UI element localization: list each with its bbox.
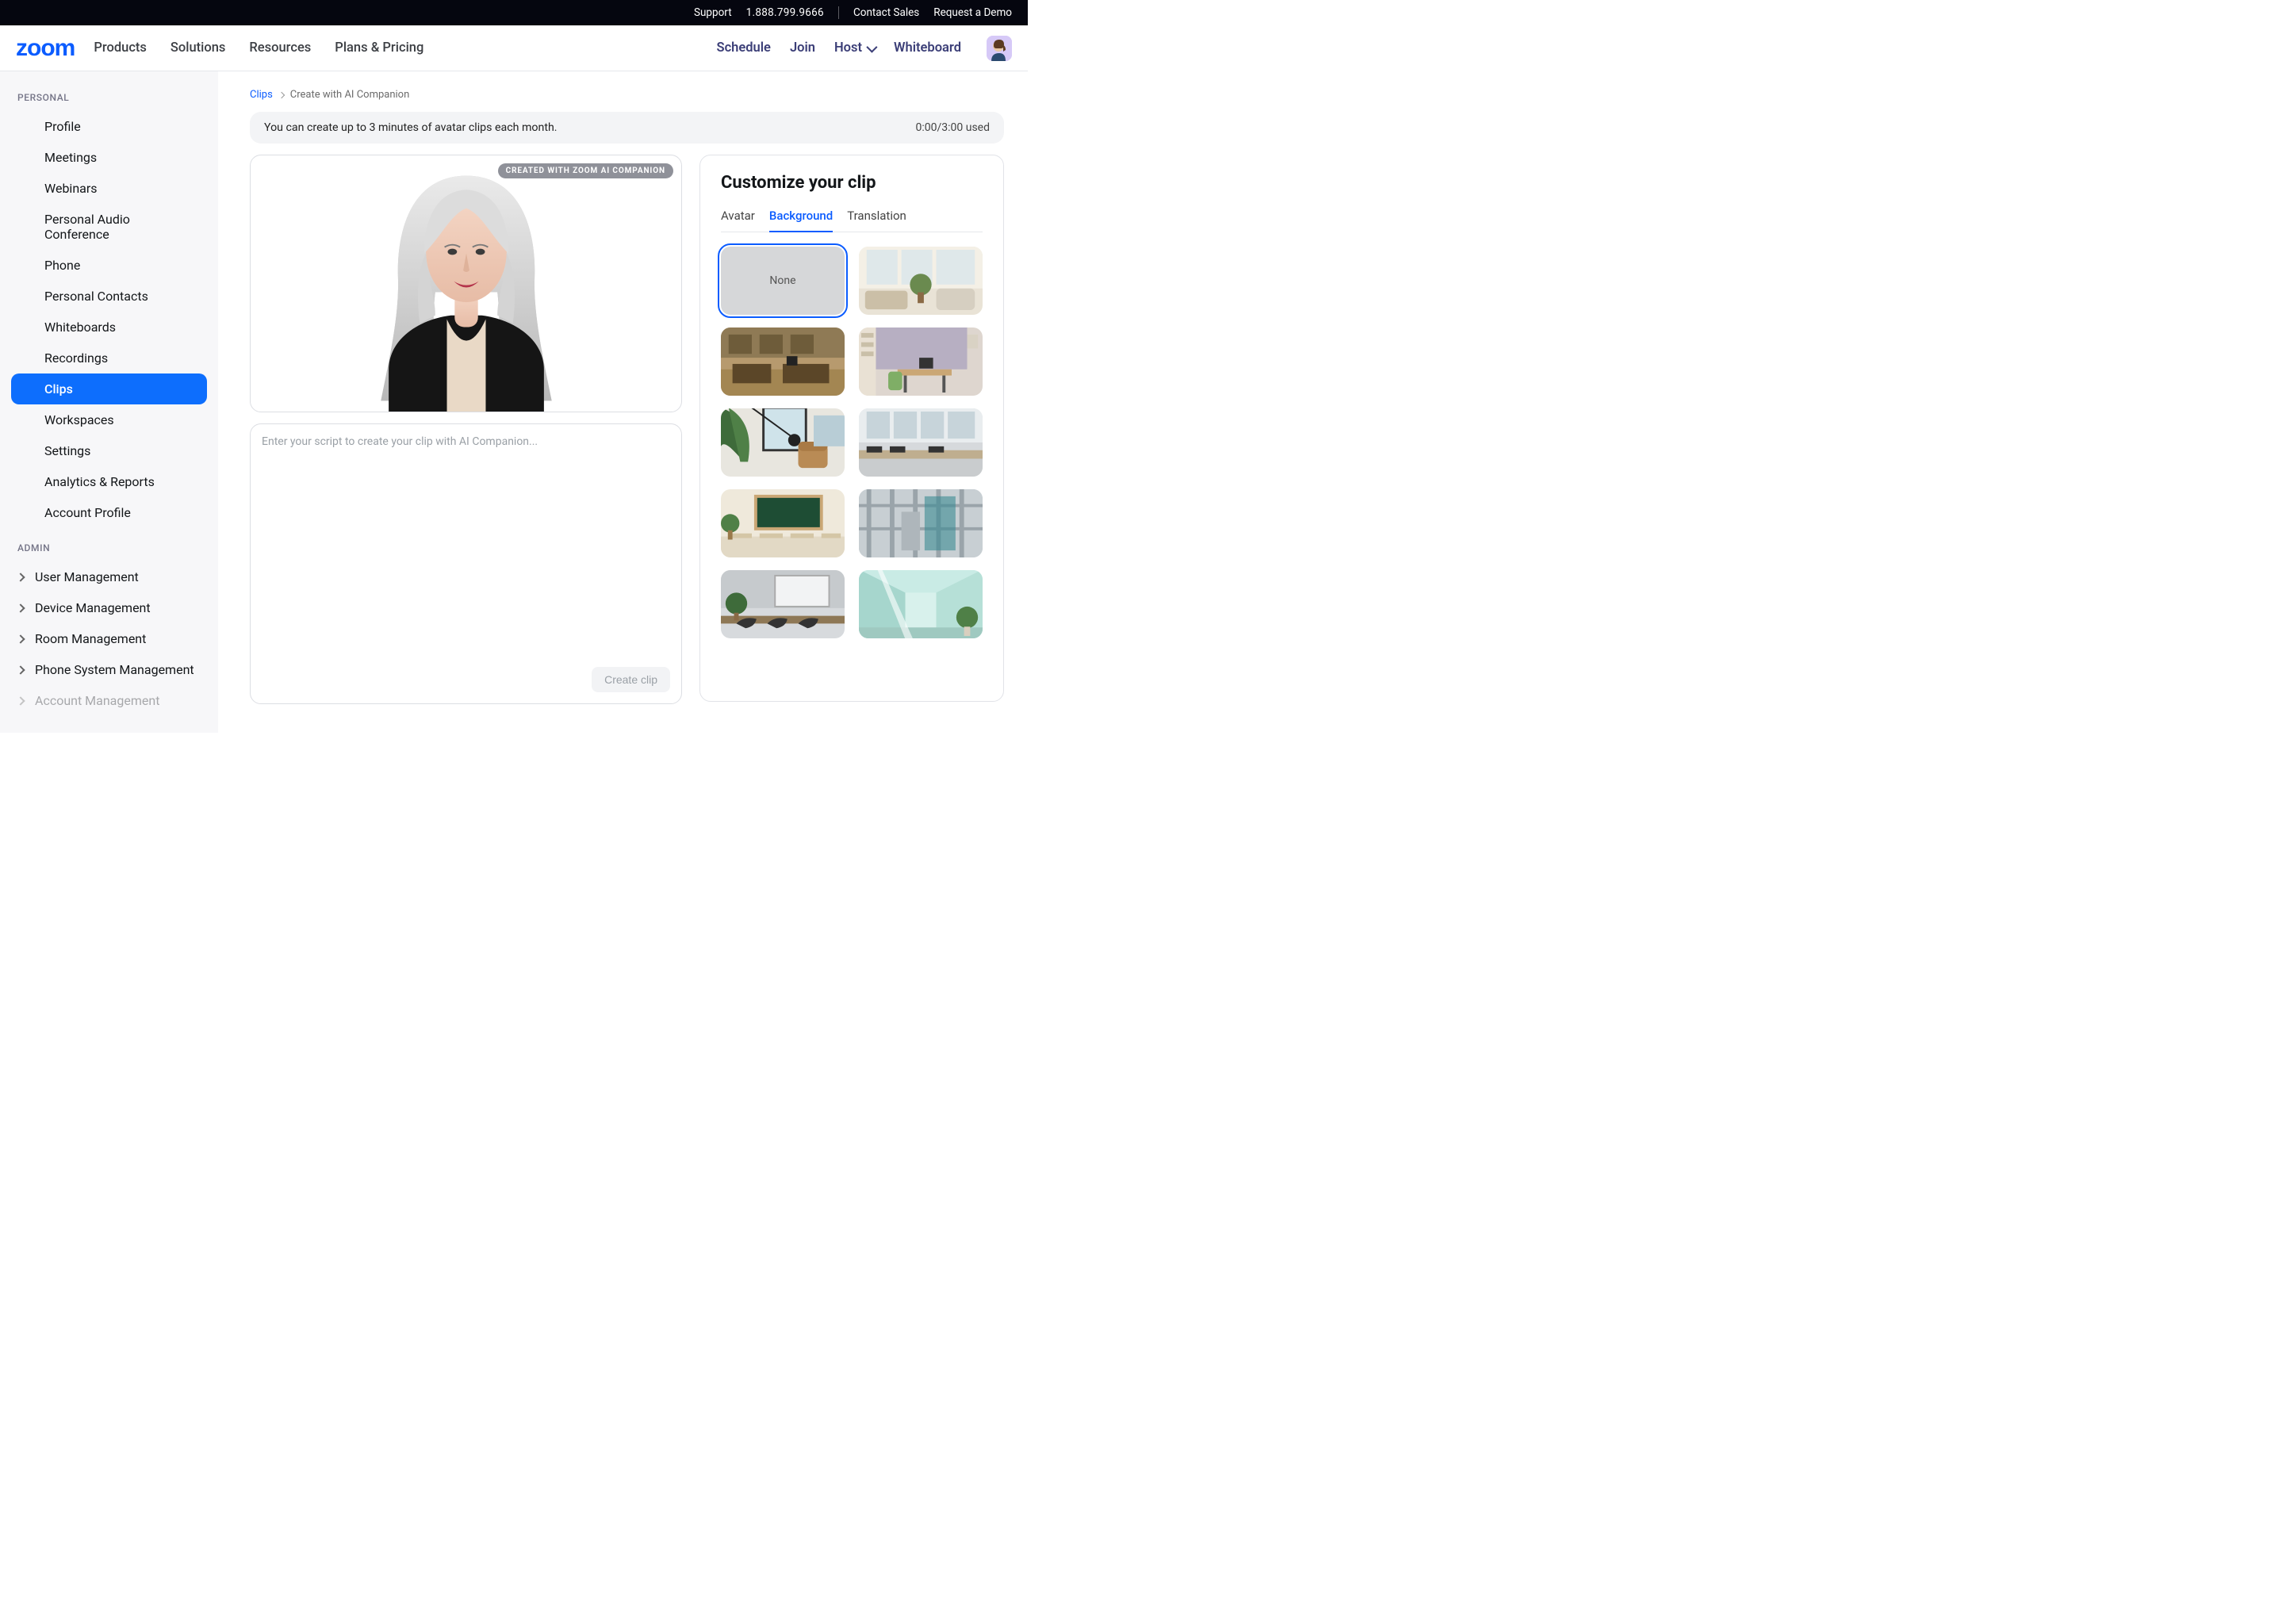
primary-nav-links: Products Solutions Resources Plans & Pri… bbox=[94, 40, 423, 56]
sidebar-item-recordings[interactable]: Recordings bbox=[11, 343, 207, 373]
nav-schedule[interactable]: Schedule bbox=[717, 40, 771, 56]
sidebar: PERSONAL Profile Meetings Webinars Perso… bbox=[0, 71, 218, 733]
nav-host-label: Host bbox=[834, 40, 862, 56]
bg-option-teal-hallway[interactable] bbox=[859, 570, 983, 638]
script-box: Create clip bbox=[250, 423, 682, 704]
nav-resources[interactable]: Resources bbox=[249, 40, 311, 56]
customize-title: Customize your clip bbox=[721, 173, 983, 193]
sidebar-admin-user-management[interactable]: User Management bbox=[0, 561, 218, 592]
breadcrumb-clips[interactable]: Clips bbox=[250, 89, 273, 101]
nav-host[interactable]: Host bbox=[834, 40, 875, 56]
quota-banner: You can create up to 3 minutes of avatar… bbox=[250, 112, 1004, 144]
sidebar-item-workspaces[interactable]: Workspaces bbox=[11, 404, 207, 435]
utility-topbar: Support 1.888.799.9666 Contact Sales Req… bbox=[0, 0, 1028, 25]
customize-panel: Customize your clip Avatar Background Tr… bbox=[699, 155, 1004, 702]
phone-link[interactable]: 1.888.799.9666 bbox=[746, 6, 824, 19]
logo[interactable]: zoom bbox=[16, 35, 75, 62]
request-demo-link[interactable]: Request a Demo bbox=[933, 6, 1012, 19]
chevron-right-icon bbox=[16, 634, 25, 643]
sidebar-item-webinars[interactable]: Webinars bbox=[11, 173, 207, 204]
tab-translation[interactable]: Translation bbox=[847, 204, 906, 232]
ai-companion-badge: CREATED WITH ZOOM AI COMPANION bbox=[498, 163, 673, 178]
sidebar-admin-room-management[interactable]: Room Management bbox=[0, 623, 218, 654]
sidebar-item-phone[interactable]: Phone bbox=[11, 250, 207, 281]
sidebar-item-whiteboards[interactable]: Whiteboards bbox=[11, 312, 207, 343]
bg-option-boardroom[interactable] bbox=[721, 570, 845, 638]
sidebar-item-analytics[interactable]: Analytics & Reports bbox=[11, 466, 207, 497]
chevron-down-icon bbox=[866, 41, 877, 52]
main-nav: zoom Products Solutions Resources Plans … bbox=[0, 25, 1028, 71]
sidebar-admin-device-management[interactable]: Device Management bbox=[0, 592, 218, 623]
bg-option-none[interactable]: None bbox=[721, 247, 845, 315]
bg-option-sunroom-chair[interactable] bbox=[721, 408, 845, 477]
tab-avatar[interactable]: Avatar bbox=[721, 204, 755, 232]
chevron-right-icon bbox=[16, 696, 25, 705]
nav-whiteboard[interactable]: Whiteboard bbox=[894, 40, 961, 56]
sidebar-item-personal-audio[interactable]: Personal Audio Conference bbox=[11, 204, 207, 250]
bg-option-living-room[interactable] bbox=[859, 247, 983, 315]
chevron-right-icon bbox=[16, 573, 25, 581]
sidebar-item-meetings[interactable]: Meetings bbox=[11, 142, 207, 173]
divider-icon bbox=[838, 6, 839, 19]
avatar-image bbox=[339, 160, 593, 412]
nav-solutions[interactable]: Solutions bbox=[171, 40, 225, 56]
bg-option-industrial-warehouse[interactable] bbox=[859, 489, 983, 557]
support-link[interactable]: Support bbox=[694, 6, 732, 19]
secondary-nav-links: Schedule Join Host Whiteboard bbox=[717, 36, 1013, 61]
script-input[interactable] bbox=[262, 435, 670, 667]
chevron-right-icon bbox=[16, 665, 25, 674]
sidebar-admin-label: ADMIN bbox=[0, 542, 218, 561]
sidebar-item-clips[interactable]: Clips bbox=[11, 373, 207, 404]
breadcrumb-current: Create with AI Companion bbox=[290, 89, 409, 101]
chevron-right-icon bbox=[16, 603, 25, 612]
chevron-right-icon bbox=[278, 91, 285, 98]
background-grid: None bbox=[721, 247, 983, 638]
main-content: Clips Create with AI Companion You can c… bbox=[218, 71, 1028, 733]
customize-tabs: Avatar Background Translation bbox=[721, 204, 983, 232]
breadcrumb: Clips Create with AI Companion bbox=[250, 89, 1004, 101]
clip-preview: CREATED WITH ZOOM AI COMPANION bbox=[250, 155, 682, 412]
sidebar-item-settings[interactable]: Settings bbox=[11, 435, 207, 466]
contact-sales-link[interactable]: Contact Sales bbox=[853, 6, 919, 19]
bg-option-classroom[interactable] bbox=[721, 489, 845, 557]
sidebar-item-personal-contacts[interactable]: Personal Contacts bbox=[11, 281, 207, 312]
user-avatar[interactable] bbox=[987, 36, 1012, 61]
quota-used: 0:00/3:00 used bbox=[915, 121, 990, 134]
sidebar-item-account-profile[interactable]: Account Profile bbox=[11, 497, 207, 528]
tab-background[interactable]: Background bbox=[769, 204, 833, 232]
nav-join[interactable]: Join bbox=[790, 40, 815, 56]
sidebar-admin-phone-system-management[interactable]: Phone System Management bbox=[0, 654, 218, 685]
sidebar-admin-account-management[interactable]: Account Management bbox=[0, 685, 218, 716]
nav-plans-pricing[interactable]: Plans & Pricing bbox=[335, 40, 423, 56]
create-clip-button[interactable]: Create clip bbox=[592, 667, 670, 692]
bg-option-open-office[interactable] bbox=[721, 327, 845, 396]
sidebar-personal-label: PERSONAL bbox=[0, 92, 218, 111]
quota-message: You can create up to 3 minutes of avatar… bbox=[264, 121, 558, 134]
nav-products[interactable]: Products bbox=[94, 40, 147, 56]
bg-option-corporate-openplan[interactable] bbox=[859, 408, 983, 477]
sidebar-item-profile[interactable]: Profile bbox=[11, 111, 207, 142]
bg-option-studio-desk[interactable] bbox=[859, 327, 983, 396]
